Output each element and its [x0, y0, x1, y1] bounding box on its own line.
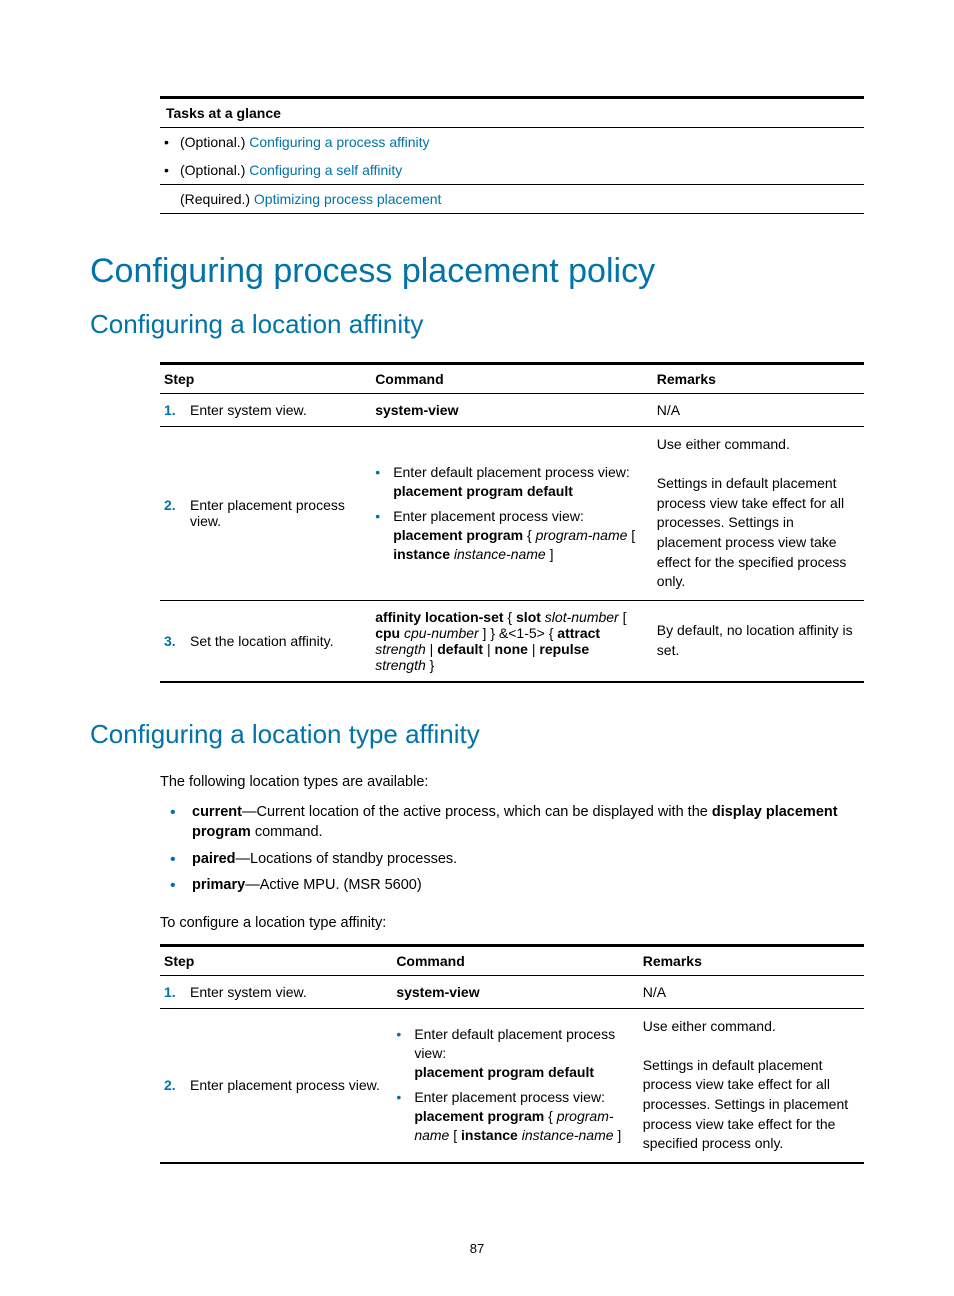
- section-heading-location-type-affinity: Configuring a location type affinity: [90, 719, 864, 750]
- table-row: 1.Enter system view.system-viewN/A: [160, 975, 864, 1008]
- list-item: paired—Locations of standby processes.: [170, 849, 864, 869]
- step-description: Enter placement process view.: [190, 1077, 382, 1093]
- step-cell: 2.Enter placement process view.: [160, 427, 371, 601]
- table-row: 3.Set the location affinity.affinity loc…: [160, 600, 864, 682]
- task-prefix: (Required.): [180, 191, 254, 207]
- step-cell: 2.Enter placement process view.: [160, 1008, 392, 1163]
- table-row: 2.Enter placement process view.Enter def…: [160, 427, 864, 601]
- table-row: 2.Enter placement process view.Enter def…: [160, 1008, 864, 1163]
- step-description: Enter system view.: [190, 984, 382, 1000]
- command-cell: affinity location-set { slot slot-number…: [371, 600, 653, 682]
- th-command: Command: [392, 945, 638, 975]
- tasks-rows: (Optional.) Configuring a process affini…: [160, 128, 864, 213]
- lead-paragraph: To configure a location type affinity:: [160, 913, 864, 933]
- step-description: Set the location affinity.: [190, 633, 361, 649]
- tasks-header: Tasks at a glance: [160, 99, 864, 128]
- step-number: 1.: [164, 402, 190, 418]
- remarks-cell: By default, no location affinity is set.: [653, 600, 864, 682]
- command-cell: system-view: [371, 394, 653, 427]
- location-type-list: current—Current location of the active p…: [170, 802, 864, 895]
- remarks-cell: Use either command.Settings in default p…: [653, 427, 864, 601]
- step-number: 3.: [164, 633, 190, 649]
- step-number: 2.: [164, 497, 190, 513]
- step-cell: 1.Enter system view.: [160, 975, 392, 1008]
- step-cell: 3.Set the location affinity.: [160, 600, 371, 682]
- step-number: 1.: [164, 984, 190, 1000]
- step-description: Enter system view.: [190, 402, 361, 418]
- table-row: 1.Enter system view.system-viewN/A: [160, 394, 864, 427]
- tasks-at-glance-box: Tasks at a glance (Optional.) Configurin…: [160, 96, 864, 214]
- command-cell: Enter default placement process view:pla…: [392, 1008, 638, 1163]
- task-prefix: (Optional.): [180, 162, 249, 178]
- th-command: Command: [371, 364, 653, 394]
- remarks-cell: N/A: [653, 394, 864, 427]
- intro-paragraph: The following location types are availab…: [160, 772, 864, 792]
- document-page: Tasks at a glance (Optional.) Configurin…: [0, 0, 954, 1296]
- step-description: Enter placement process view.: [190, 497, 361, 529]
- step-cell: 1.Enter system view.: [160, 394, 371, 427]
- location-type-affinity-table: Step Command Remarks 1.Enter system view…: [160, 944, 864, 1164]
- tasks-row: (Optional.) Configuring a self affinity: [160, 156, 864, 184]
- task-link[interactable]: Configuring a self affinity: [249, 162, 402, 178]
- tasks-row: (Optional.) Configuring a process affini…: [160, 128, 864, 156]
- command-cell: system-view: [392, 975, 638, 1008]
- command-cell: Enter default placement process view:pla…: [371, 427, 653, 601]
- page-number: 87: [0, 1241, 954, 1256]
- th-step: Step: [160, 364, 371, 394]
- remarks-cell: N/A: [639, 975, 864, 1008]
- task-link[interactable]: Optimizing process placement: [254, 191, 442, 207]
- page-title: Configuring process placement policy: [90, 252, 864, 291]
- remarks-cell: Use either command.Settings in default p…: [639, 1008, 864, 1163]
- tasks-row: (Required.) Optimizing process placement: [160, 184, 864, 213]
- list-item: primary—Active MPU. (MSR 5600): [170, 875, 864, 895]
- list-item: current—Current location of the active p…: [170, 802, 864, 843]
- section-heading-location-affinity: Configuring a location affinity: [90, 309, 864, 340]
- step-number: 2.: [164, 1077, 190, 1093]
- th-remarks: Remarks: [639, 945, 864, 975]
- location-affinity-table: Step Command Remarks 1.Enter system view…: [160, 362, 864, 683]
- task-link[interactable]: Configuring a process affinity: [249, 134, 429, 150]
- task-prefix: (Optional.): [180, 134, 249, 150]
- th-step: Step: [160, 945, 392, 975]
- th-remarks: Remarks: [653, 364, 864, 394]
